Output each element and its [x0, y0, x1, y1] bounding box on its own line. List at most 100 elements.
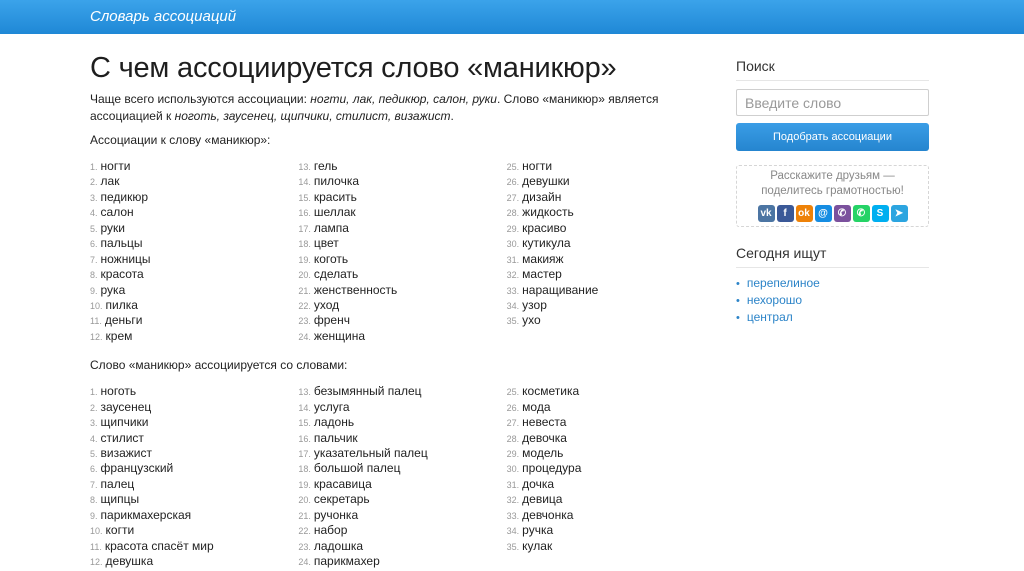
association-word-link[interactable]: когти	[106, 523, 135, 537]
association-word-link[interactable]: салон	[101, 205, 134, 219]
association-word-link[interactable]: ладошка	[314, 539, 363, 553]
association-word-link[interactable]: пальчик	[314, 431, 358, 445]
association-word-link[interactable]: дочка	[522, 477, 554, 491]
association-word-link[interactable]: сделать	[314, 267, 358, 281]
association-word-link[interactable]: цвет	[314, 236, 339, 250]
list-item: 6. французский	[90, 461, 298, 476]
association-word-link[interactable]: красавица	[314, 477, 372, 491]
association-word-link[interactable]: наращивание	[522, 283, 598, 297]
association-word-link[interactable]: френч	[314, 313, 350, 327]
association-word-link[interactable]: дизайн	[522, 190, 561, 204]
association-word-link[interactable]: рука	[101, 283, 126, 297]
association-word-link[interactable]: щипчики	[101, 415, 149, 429]
association-word-link[interactable]: ручка	[522, 523, 553, 537]
association-word-link[interactable]: кулак	[522, 539, 552, 553]
list-item-number: 25.	[506, 387, 520, 398]
association-word-link[interactable]: ножницы	[101, 252, 151, 266]
skype-icon[interactable]: S	[871, 205, 889, 222]
list-item-number: 11.	[90, 316, 102, 327]
find-associations-button[interactable]: Подобрать ассоциации	[736, 123, 929, 151]
association-word-link[interactable]: ручонка	[314, 508, 358, 522]
association-word-link[interactable]: девушка	[106, 554, 154, 568]
association-word-link[interactable]: девочка	[522, 431, 567, 445]
association-word-link[interactable]: пилка	[106, 298, 138, 312]
association-word-link[interactable]: деньги	[105, 313, 143, 327]
list-item: 31. дочка	[507, 477, 715, 492]
today-search-list: • перепелиное • нехорошо • централ	[736, 275, 929, 326]
association-word-link[interactable]: женщина	[314, 329, 365, 343]
search-input[interactable]	[736, 89, 929, 116]
association-word-link[interactable]: красота	[101, 267, 144, 281]
list-item-number: 12.	[90, 331, 103, 342]
association-word-link[interactable]: красота спасёт мир	[105, 539, 214, 553]
association-word-link[interactable]: стилист	[101, 431, 144, 445]
association-word-link[interactable]: ноготь	[101, 384, 137, 398]
association-word-link[interactable]: безымянный палец	[314, 384, 422, 398]
moimir-icon[interactable]: @	[814, 205, 832, 222]
association-word-link[interactable]: педикюр	[101, 190, 149, 204]
today-search-link[interactable]: • централ	[736, 309, 929, 326]
association-word-link[interactable]: заусенец	[101, 400, 152, 414]
facebook-icon[interactable]: f	[776, 205, 794, 222]
association-word-link[interactable]: косметика	[522, 384, 579, 398]
association-word-link[interactable]: девушки	[522, 174, 569, 188]
association-word-link[interactable]: девчонка	[522, 508, 573, 522]
association-word-link[interactable]: парикмахерская	[101, 508, 192, 522]
association-word-link[interactable]: пилочка	[314, 174, 359, 188]
association-word-link[interactable]: коготь	[314, 252, 348, 266]
association-word-link[interactable]: руки	[101, 221, 126, 235]
association-word-link[interactable]: ладонь	[314, 415, 354, 429]
association-word-link[interactable]: палец	[101, 477, 135, 491]
association-word-link[interactable]: крем	[106, 329, 133, 343]
today-search-link[interactable]: • нехорошо	[736, 292, 929, 309]
association-word-link[interactable]: красиво	[522, 221, 566, 235]
association-word-link[interactable]: узор	[522, 298, 547, 312]
association-word-link[interactable]: кутикула	[522, 236, 570, 250]
association-word-link[interactable]: мода	[522, 400, 550, 414]
today-search-link[interactable]: • перепелиное	[736, 275, 929, 292]
association-word-link[interactable]: модель	[522, 446, 563, 460]
association-word-link[interactable]: невеста	[522, 415, 566, 429]
association-word-link[interactable]: пальцы	[101, 236, 143, 250]
telegram-icon[interactable]: ➤	[890, 205, 908, 222]
association-word-link[interactable]: девица	[522, 492, 562, 506]
list-item: 19. коготь	[298, 252, 506, 267]
brand-logo-link[interactable]: Словарь ассоциаций	[90, 8, 236, 25]
association-word-link[interactable]: французский	[101, 461, 174, 475]
list-item-number: 15.	[298, 418, 311, 429]
association-word-link[interactable]: макияж	[522, 252, 563, 266]
list-item: 20. секретарь	[298, 492, 506, 507]
list-item: 26. мода	[507, 400, 715, 415]
odnoklassniki-icon[interactable]: ok	[795, 205, 813, 222]
association-word-link[interactable]: секретарь	[314, 492, 370, 506]
association-word-link[interactable]: набор	[314, 523, 348, 537]
association-word-link[interactable]: ногти	[522, 159, 552, 173]
association-word-link[interactable]: процедура	[522, 461, 581, 475]
list-item: 34. ручка	[507, 523, 715, 538]
list-item-number: 35.	[506, 541, 520, 552]
association-word-link[interactable]: большой палец	[314, 461, 401, 475]
association-word-link[interactable]: женственность	[314, 283, 397, 297]
association-word-link[interactable]: жидкость	[522, 205, 574, 219]
association-word-link[interactable]: шеллак	[314, 205, 356, 219]
association-word-link[interactable]: лампа	[314, 221, 349, 235]
association-word-link[interactable]: щипцы	[101, 492, 140, 506]
list-item-number: 10.	[90, 526, 103, 537]
association-word-link[interactable]: красить	[314, 190, 357, 204]
association-word-link[interactable]: мастер	[522, 267, 562, 281]
list-item: 30. процедура	[507, 461, 715, 476]
association-word-link[interactable]: ухо	[522, 313, 541, 327]
association-word-link[interactable]: визажист	[101, 446, 152, 460]
association-word-link[interactable]: уход	[314, 298, 339, 312]
viber-icon[interactable]: ✆	[833, 205, 851, 222]
vk-icon[interactable]: vk	[757, 205, 775, 222]
association-word-link[interactable]: гель	[314, 159, 338, 173]
association-word-link[interactable]: услуга	[314, 400, 350, 414]
list-item: 17. лампа	[298, 221, 506, 236]
association-word-link[interactable]: лак	[101, 174, 120, 188]
list-item-number: 2.	[90, 402, 98, 413]
association-word-link[interactable]: ногти	[101, 159, 131, 173]
whatsapp-icon[interactable]: ✆	[852, 205, 870, 222]
association-word-link[interactable]: указательный палец	[314, 446, 428, 460]
association-word-link[interactable]: парикмахер	[314, 554, 380, 568]
